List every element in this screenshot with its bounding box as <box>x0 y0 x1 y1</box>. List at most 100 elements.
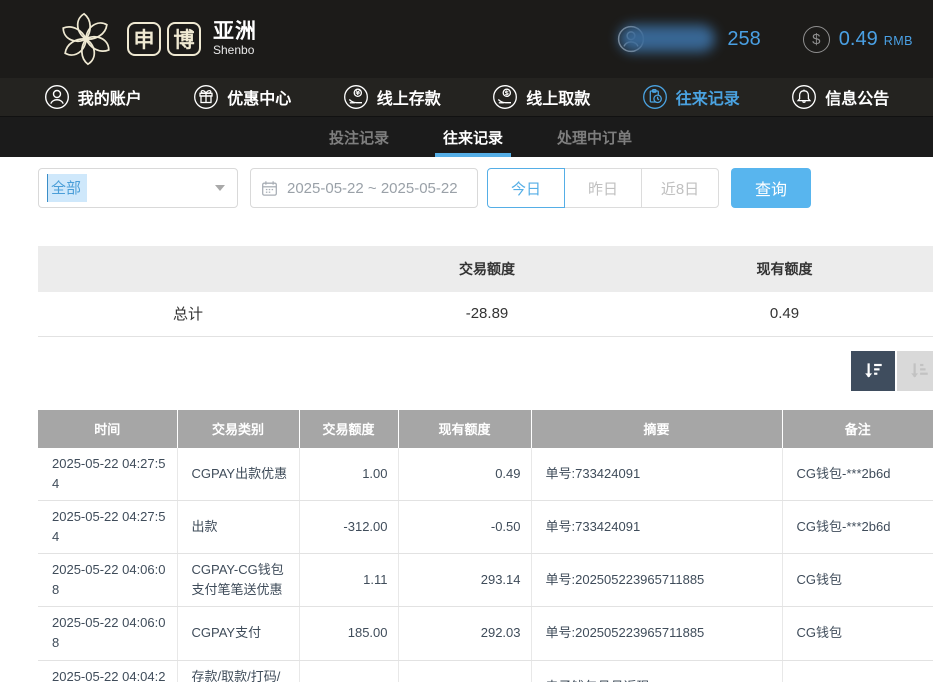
cell-category: CGPAY出款优惠 <box>177 448 299 501</box>
summary-total-label: 总计 <box>38 292 338 336</box>
dollar-coin-icon: $ <box>803 26 830 53</box>
balance-currency: RMB <box>884 30 913 48</box>
nav-item-deposit[interactable]: ¥ 线上存款 <box>343 84 441 110</box>
summary-total-transaction: -28.89 <box>338 292 636 336</box>
logo-region: 亚洲 Shenbo <box>213 21 257 57</box>
cell-category: 出款 <box>177 500 299 553</box>
balance-value: 0.49 <box>839 28 878 51</box>
username-chip[interactable]: 258 <box>617 22 760 56</box>
cell-remark: CG钱包 <box>782 554 933 607</box>
balance-chip[interactable]: $ 0.49 RMB <box>803 26 913 53</box>
cell-time: 2025-05-22 04:06:08 <box>38 607 177 660</box>
tab-pending-orders[interactable]: 处理中订单 <box>555 117 634 157</box>
table-header-row: 时间 交易类别 交易额度 现有额度 摘要 备注 <box>38 410 933 448</box>
deposit-icon: ¥ <box>343 84 369 110</box>
nav-label: 信息公告 <box>825 85 889 109</box>
cell-time: 2025-05-22 04:27:54 <box>38 500 177 553</box>
cell-time: 2025-05-22 04:06:08 <box>38 554 177 607</box>
nav-item-announcements[interactable]: 信息公告 <box>791 84 889 110</box>
summary-header-transaction: 交易额度 <box>338 246 636 292</box>
site-logo[interactable]: 申 博 亚洲 Shenbo <box>55 8 257 70</box>
type-select-dropdown[interactable]: 全部 <box>38 168 238 208</box>
tab-label: 投注记录 <box>329 127 389 148</box>
user-icon <box>44 84 70 110</box>
flower-logo-icon <box>55 8 117 70</box>
sort-controls <box>0 351 933 391</box>
withdraw-icon: $ <box>492 84 518 110</box>
cell-category: CGPAY-CG钱包支付笔笔送优惠 <box>177 554 299 607</box>
top-header: 申 博 亚洲 Shenbo 258 $ 0.49 RMB <box>0 0 933 78</box>
logo-region-en: Shenbo <box>213 44 257 57</box>
cell-remark <box>782 660 933 682</box>
nav-item-records[interactable]: 往来记录 <box>642 84 740 110</box>
cell-category: 存款/取款/打码/损益 <box>177 660 299 682</box>
date-range-value: 2025-05-22 ~ 2025-05-22 <box>287 180 458 197</box>
cell-amount: 185.00 <box>299 607 398 660</box>
cell-amount: -312.00 <box>299 500 398 553</box>
nav-label: 线上存款 <box>377 85 441 109</box>
summary-total-row: 总计 -28.89 0.49 <box>38 292 933 336</box>
logo-char-1: 申 <box>127 22 161 56</box>
username-suffix: 258 <box>727 28 760 51</box>
date-range-input[interactable]: 2025-05-22 ~ 2025-05-22 <box>250 168 478 208</box>
summary-header-empty <box>38 246 338 292</box>
quick-btn-last8days[interactable]: 近8日 <box>641 168 719 208</box>
bell-icon <box>791 84 817 110</box>
main-nav: 我的账户 优惠中心 ¥ 线上存款 <box>0 78 933 117</box>
cell-time: 2025-05-22 04:27:54 <box>38 448 177 501</box>
col-header-amount: 交易额度 <box>299 410 398 448</box>
table-row: 2025-05-22 04:06:08 CGPAY支付 185.00 292.0… <box>38 607 933 660</box>
records-icon <box>642 84 668 110</box>
tab-bet-records[interactable]: 投注记录 <box>327 117 391 157</box>
cell-amount: 28.00 <box>299 660 398 682</box>
cell-summary: 电子钱包月月返现_0520 <box>531 660 782 682</box>
sort-descending-button[interactable] <box>851 351 895 391</box>
quick-date-group: 今日 昨日 近8日 <box>487 168 719 208</box>
tab-transaction-records[interactable]: 往来记录 <box>441 117 505 157</box>
quick-btn-today[interactable]: 今日 <box>487 168 565 208</box>
cell-summary: 单号:202505223965711885 <box>531 554 782 607</box>
sort-descending-icon <box>861 359 885 383</box>
cell-balance: 292.03 <box>398 607 531 660</box>
svg-text:$: $ <box>505 89 510 97</box>
type-select-value: 全部 <box>47 174 87 202</box>
quick-btn-yesterday[interactable]: 昨日 <box>564 168 642 208</box>
tab-label: 往来记录 <box>443 127 503 148</box>
cell-amount: 1.11 <box>299 554 398 607</box>
page: 申 博 亚洲 Shenbo 258 $ 0.49 RMB <box>0 0 933 682</box>
sort-ascending-icon <box>907 359 931 383</box>
transactions-table: 时间 交易类别 交易额度 现有额度 摘要 备注 2025-05-22 04:27… <box>38 410 933 682</box>
tab-label: 处理中订单 <box>557 127 632 148</box>
cell-summary: 单号:733424091 <box>531 448 782 501</box>
nav-item-my-account[interactable]: 我的账户 <box>44 84 142 110</box>
cell-category: CGPAY支付 <box>177 607 299 660</box>
nav-item-withdraw[interactable]: $ 线上取款 <box>492 84 590 110</box>
chevron-down-icon <box>215 185 225 191</box>
cell-remark: CG钱包-***2b6d <box>782 500 933 553</box>
col-header-time: 时间 <box>38 410 177 448</box>
col-header-summary: 摘要 <box>531 410 782 448</box>
summary-table: 交易额度 现有额度 总计 -28.89 0.49 <box>38 246 933 337</box>
cell-balance: 293.14 <box>398 554 531 607</box>
censored-username-blur <box>619 25 715 52</box>
table-row: 2025-05-22 04:27:54 出款 -312.00 -0.50 单号:… <box>38 500 933 553</box>
summary-total-balance: 0.49 <box>636 292 933 336</box>
sort-ascending-button[interactable] <box>897 351 933 391</box>
sub-nav: 投注记录 往来记录 处理中订单 <box>0 117 933 157</box>
logo-char-2: 博 <box>167 22 201 56</box>
summary-header-balance: 现有额度 <box>636 246 933 292</box>
nav-label: 往来记录 <box>676 85 740 109</box>
cell-time: 2025-05-22 04:04:21 <box>38 660 177 682</box>
cell-remark: CG钱包 <box>782 607 933 660</box>
table-row: 2025-05-22 04:04:21 存款/取款/打码/损益 28.00 10… <box>38 660 933 682</box>
calendar-icon <box>261 180 278 197</box>
cell-summary: 单号:733424091 <box>531 500 782 553</box>
nav-item-promotions[interactable]: 优惠中心 <box>193 84 291 110</box>
col-header-balance: 现有额度 <box>398 410 531 448</box>
nav-label: 线上取款 <box>526 85 590 109</box>
logo-characters: 申 博 <box>127 22 201 56</box>
search-button[interactable]: 查询 <box>731 168 811 208</box>
col-header-category: 交易类别 <box>177 410 299 448</box>
logo-region-cn: 亚洲 <box>213 21 257 43</box>
cell-remark: CG钱包-***2b6d <box>782 448 933 501</box>
